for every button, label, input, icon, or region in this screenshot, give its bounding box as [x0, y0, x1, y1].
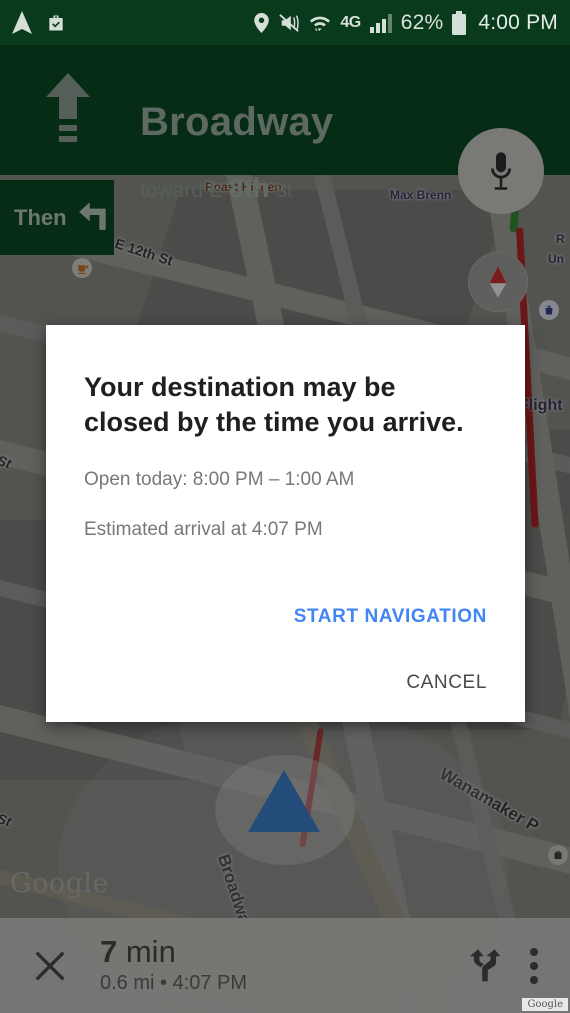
navigation-arrow-icon [12, 10, 32, 35]
battery-icon [452, 10, 467, 35]
dialog-title: Your destination may be closed by the ti… [84, 372, 464, 437]
eta-duration-value: 7 [100, 934, 118, 970]
navigation-bottom-bar: 7 min 0.6 mi • 4:07 PM [0, 918, 570, 1013]
signal-bars-icon [369, 13, 392, 33]
eta-duration-unit: min [117, 934, 176, 970]
status-bar-clock: 4:00 PM [478, 10, 558, 34]
google-attribution: Google [522, 998, 568, 1011]
vibrate-mute-icon [278, 13, 300, 33]
4g-icon: 4G [340, 13, 361, 31]
bottom-bar-actions [468, 947, 570, 984]
close-navigation-button[interactable] [0, 946, 100, 986]
work-briefcase-icon [46, 13, 66, 33]
battery-percent-label: 62% [400, 10, 444, 34]
eta-summary[interactable]: 7 min 0.6 mi • 4:07 PM [100, 934, 248, 995]
open-hours-text: Open today: 8:00 PM – 1:00 AM [84, 469, 355, 491]
wifi-icon [309, 13, 331, 33]
eta-duration: 7 min [100, 934, 247, 970]
eta-distance-arrival: 0.6 mi • 4:07 PM [100, 971, 248, 994]
route-alternatives-icon[interactable] [468, 948, 502, 984]
android-status-bar: 4G 62% 4:00 PM [0, 0, 570, 45]
destination-closed-dialog: Your destination may be closed by the ti… [46, 325, 525, 722]
location-pin-icon [254, 12, 270, 33]
overflow-menu-icon[interactable] [530, 947, 538, 984]
navigation-screen: Roast Kichen Max Brenn E 12th St R Un Fl… [0, 0, 570, 1013]
start-navigation-button[interactable]: START NAVIGATION [294, 606, 487, 628]
dialog-actions: START NAVIGATION CANCEL [294, 606, 487, 694]
cancel-button[interactable]: CANCEL [406, 672, 487, 694]
estimated-arrival-text: Estimated arrival at 4:07 PM [84, 518, 323, 540]
